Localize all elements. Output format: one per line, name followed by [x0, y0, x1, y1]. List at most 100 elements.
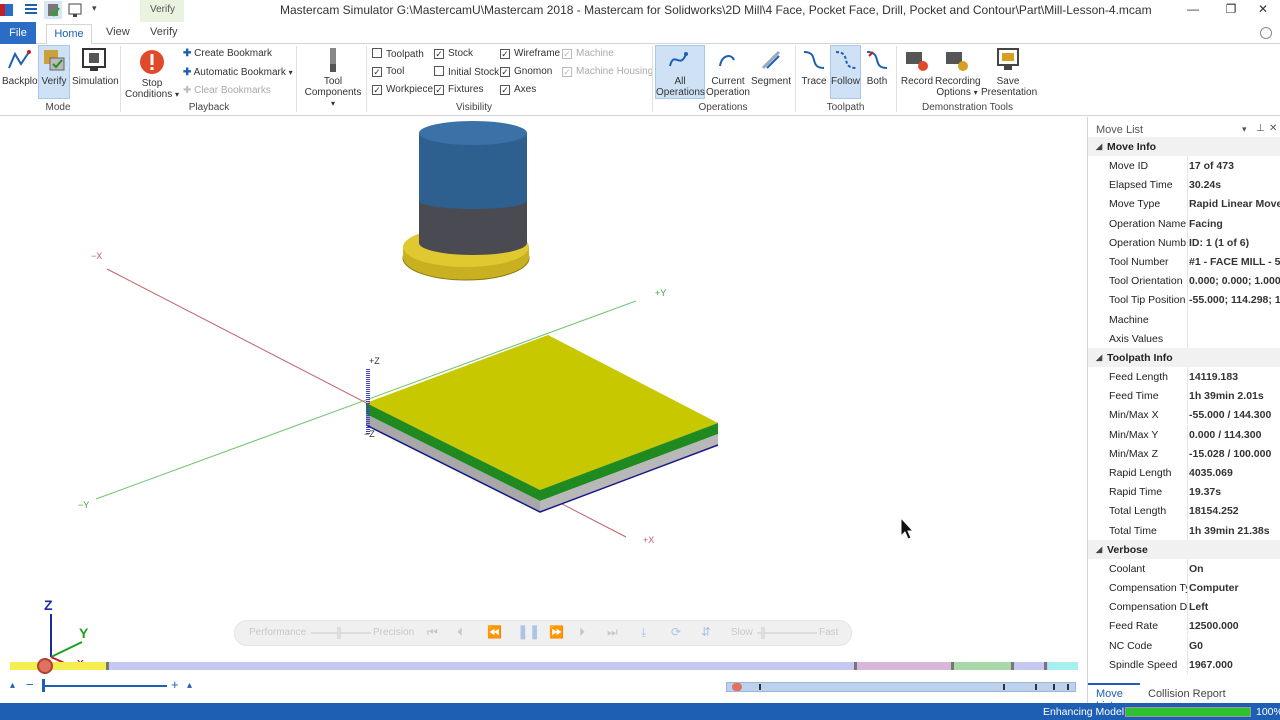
panel-menu-icon[interactable]: ▾ — [1242, 124, 1247, 135]
graphics-viewport[interactable]: −X +X +Y −Y +Z −Z Z Y X — [0, 117, 1086, 703]
close-button[interactable]: ✕ — [1246, 0, 1280, 20]
property-row[interactable]: Elapsed Time 30.24s — [1088, 175, 1280, 195]
step-forward-icon[interactable]: ⏵ — [579, 625, 585, 640]
clear-bookmarks-button[interactable]: ✚ Clear Bookmarks — [183, 85, 271, 96]
zoom-in-small-icon[interactable]: ▴ — [187, 680, 192, 691]
quality-slider[interactable] — [311, 632, 371, 634]
trace-button[interactable]: Trace — [799, 46, 829, 98]
property-row[interactable]: Min/Max Z -15.028 / 100.000 — [1088, 443, 1280, 463]
property-row[interactable]: Coolant On — [1088, 558, 1280, 578]
panel-title: Move List — [1096, 124, 1144, 136]
property-row[interactable]: Tool Tip Position -55.000; 114.298; 1( — [1088, 290, 1280, 310]
tool-components-button[interactable]: Tool Components ▾ — [302, 46, 364, 108]
property-row[interactable]: Rapid Length 4035.069 — [1088, 463, 1280, 482]
play-icon[interactable]: ⏩ — [549, 625, 564, 639]
property-row[interactable]: Tool Number #1 - FACE MILL - 50 — [1088, 252, 1280, 271]
qat-customize-icon[interactable]: ▾ — [92, 3, 110, 21]
property-row[interactable]: Move Type Rapid Linear Move — [1088, 194, 1280, 214]
toolpath-checkbox[interactable]: Toolpath — [372, 48, 424, 60]
property-row[interactable]: Compensation D Left — [1088, 597, 1280, 617]
property-row[interactable]: Total Time 1h 39min 21.38s — [1088, 520, 1280, 540]
machine-checkbox[interactable]: ✓ Machine — [562, 48, 614, 59]
property-row[interactable]: Move ID 17 of 473 — [1088, 156, 1280, 175]
property-row[interactable]: Feed Length 14119.183 — [1088, 367, 1280, 386]
zoom-out-small-icon[interactable]: ▴ — [10, 680, 15, 691]
all-operations-button[interactable]: All Operations — [655, 45, 705, 99]
loop-icon[interactable]: ⟳ — [671, 625, 681, 639]
initial-stock-checkbox[interactable]: Initial Stock — [434, 66, 499, 78]
both-button[interactable]: Both — [862, 46, 892, 98]
panel-close-icon[interactable]: ✕ — [1269, 123, 1277, 134]
property-row[interactable]: Min/Max X -55.000 / 144.300 — [1088, 405, 1280, 425]
property-row[interactable]: Feed Time 1h 39min 2.01s — [1088, 386, 1280, 406]
wireframe-checkbox[interactable]: ✓ Wireframe — [500, 48, 560, 59]
section-header-move-info[interactable]: ◢ Move Info — [1088, 137, 1280, 156]
collapse-icon[interactable]: ◢ — [1096, 353, 1102, 362]
tool-checkbox[interactable]: ✓ Tool — [372, 66, 404, 77]
tab-file[interactable]: File — [0, 22, 36, 44]
property-row[interactable]: Operation Name Facing — [1088, 213, 1280, 233]
machine-housing-checkbox[interactable]: ✓ Machine Housing — [562, 66, 653, 77]
speed-slider-thumb[interactable] — [761, 627, 765, 639]
collapse-icon[interactable]: ◢ — [1096, 545, 1102, 554]
property-row[interactable]: Tool Orientation 0.000; 0.000; 1.000 — [1088, 271, 1280, 291]
mini-timeline-playhead[interactable] — [732, 683, 742, 691]
property-row[interactable]: Spindle Speed 1967.000 — [1088, 654, 1280, 674]
tab-move-list[interactable]: Move List — [1088, 683, 1140, 712]
property-row[interactable]: Operation Numb ID: 1 (1 of 6) — [1088, 232, 1280, 252]
property-row[interactable]: Feed Rate 12500.000 — [1088, 616, 1280, 636]
go-to-start-icon[interactable]: ⏮ — [427, 625, 438, 640]
speed-slider[interactable] — [757, 632, 817, 634]
zoom-slider-thumb[interactable] — [42, 679, 45, 692]
quality-slider-thumb[interactable] — [337, 627, 341, 639]
step-back-icon[interactable]: ⏴ — [457, 625, 463, 640]
tab-collision-report[interactable]: Collision Report — [1148, 683, 1226, 700]
property-row[interactable]: NC Code G0 — [1088, 635, 1280, 655]
simulation-timeline[interactable] — [10, 658, 1078, 674]
workpiece-checkbox[interactable]: ✓ Workpiece — [372, 84, 433, 95]
fixtures-checkbox[interactable]: ✓ Fixtures — [434, 84, 484, 95]
gnomon-checkbox[interactable]: ✓ Gnomon — [500, 66, 552, 77]
current-operation-button[interactable]: Current Operation — [706, 46, 750, 98]
simulation-button[interactable]: Simulation — [72, 46, 119, 98]
segment-button[interactable]: Segment — [751, 46, 791, 98]
tab-verify[interactable]: Verify — [150, 26, 178, 38]
stop-condition-icon[interactable]: ⇵ — [701, 625, 711, 639]
create-bookmark-button[interactable]: ✚ Create Bookmark — [183, 48, 272, 59]
zoom-plus-button[interactable]: + — [171, 677, 179, 692]
recording-options-button[interactable]: Recording Options ▾ — [935, 46, 981, 98]
verify-button[interactable]: Verify — [38, 45, 70, 99]
mini-timeline[interactable] — [726, 682, 1076, 692]
stock-checkbox[interactable]: ✓ Stock — [434, 48, 473, 59]
verify-quick-icon[interactable] — [44, 1, 62, 19]
save-presentation-button[interactable]: Save Presentation — [981, 46, 1037, 98]
pin-icon[interactable]: ⊥ — [1256, 123, 1265, 134]
follow-button[interactable]: Follow — [830, 45, 861, 99]
simulation-quick-icon[interactable] — [66, 1, 84, 19]
tab-home[interactable]: Home — [46, 24, 92, 45]
automatic-bookmark-button[interactable]: ✚ Automatic Bookmark ▾ — [183, 67, 293, 78]
backplot-quick-icon[interactable] — [22, 1, 40, 19]
property-row[interactable]: Axis Values — [1088, 328, 1280, 348]
go-to-end-icon[interactable]: ⏭ — [607, 625, 618, 640]
help-icon[interactable] — [1260, 27, 1272, 39]
tab-view[interactable]: View — [106, 26, 130, 38]
property-row[interactable]: Machine — [1088, 309, 1280, 329]
section-header-toolpath-info[interactable]: ◢ Toolpath Info — [1088, 348, 1280, 367]
stop-conditions-button[interactable]: Stop Conditions ▾ — [124, 48, 180, 100]
zoom-minus-button[interactable]: − — [26, 677, 34, 692]
zoom-slider[interactable] — [42, 685, 167, 687]
timeline-playhead[interactable] — [37, 658, 53, 674]
property-row[interactable]: Min/Max Y 0.000 / 114.300 — [1088, 424, 1280, 444]
property-row[interactable]: Compensation Ty Computer — [1088, 578, 1280, 597]
collapse-icon[interactable]: ◢ — [1096, 142, 1102, 151]
pause-icon[interactable]: ❚❚ — [517, 623, 540, 640]
backplot-button[interactable]: Backplot — [2, 46, 40, 98]
section-header-verbose[interactable]: ◢ Verbose — [1088, 539, 1280, 559]
axes-checkbox[interactable]: ✓ Axes — [500, 84, 536, 95]
rewind-icon[interactable]: ⏪ — [487, 625, 502, 639]
property-row[interactable]: Rapid Time 19.37s — [1088, 482, 1280, 502]
bookmark-jump-icon[interactable]: ⤓ — [641, 625, 646, 640]
property-row[interactable]: Total Length 18154.252 — [1088, 501, 1280, 521]
record-button[interactable]: Record — [900, 46, 934, 98]
